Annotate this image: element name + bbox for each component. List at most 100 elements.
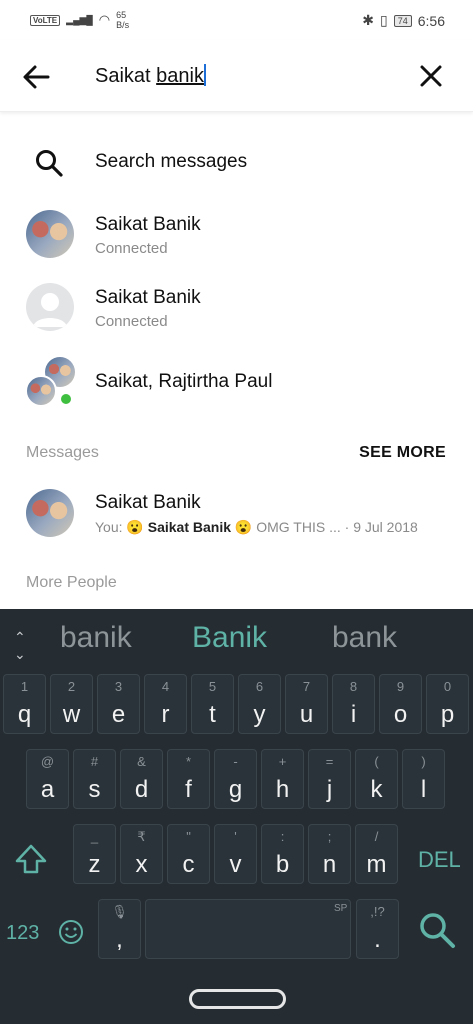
key-b[interactable]: :b [261, 824, 304, 884]
key-hint: 3 [114, 679, 123, 694]
key-label: d [134, 776, 149, 803]
key-hint: / [374, 829, 379, 844]
key-h[interactable]: + h [261, 749, 304, 809]
vibrate-icon: ▯ [380, 12, 388, 28]
message-snippet: You: 😮 Saikat Banik 😮 OMG THIS ... · 9 J… [95, 519, 418, 535]
key-u[interactable]: 7u [285, 674, 328, 734]
search-messages-label: Search messages [95, 151, 248, 172]
key-l[interactable]: ) l [402, 749, 445, 809]
comma-key[interactable]: 🎙 , [98, 899, 141, 959]
key-r[interactable]: 4r [144, 674, 187, 734]
contact-name: Saikat, Rajtirtha Paul [95, 371, 273, 392]
key-hint: ( [374, 754, 379, 769]
key-hint: 5 [208, 679, 217, 694]
key-hint: # [90, 754, 99, 769]
section-title: Messages [26, 444, 99, 461]
volte-badge: VoLTE [30, 14, 61, 26]
key-label: q [17, 701, 32, 728]
home-indicator[interactable] [189, 989, 286, 1009]
wifi-icon: ◠ [98, 12, 111, 27]
key-label: t [209, 701, 216, 728]
space-key[interactable] [145, 899, 351, 959]
key-label: j [326, 776, 333, 803]
key-label: k [370, 776, 383, 803]
suggestion[interactable]: bank [332, 621, 397, 655]
key-i[interactable]: 8i [332, 674, 375, 734]
emoji-icon[interactable] [58, 919, 84, 945]
key-label: n [322, 851, 337, 878]
key-p[interactable]: 0p [426, 674, 469, 734]
key-q[interactable]: 1q [3, 674, 46, 734]
period-key[interactable]: ,!? . [356, 899, 399, 959]
keyboard: ⌃ ⌄ banik Banik bank 1q2w3e4r5t6y7u8i9o0p… [0, 609, 473, 1024]
key-e[interactable]: 3e [97, 674, 140, 734]
key-hint: 1 [20, 679, 29, 694]
key-hint: 6 [255, 679, 264, 694]
key-g[interactable]: -g [214, 749, 257, 809]
message-result-row[interactable]: Saikat Banik You: 😮 Saikat Banik 😮 OMG T… [0, 485, 473, 545]
key-hint: 9 [396, 679, 405, 694]
contact-name: Saikat Banik [95, 287, 201, 308]
key-hint: ' [234, 829, 237, 844]
more-people-section-header: More People [0, 572, 473, 598]
see-more-button[interactable]: SEE MORE [359, 444, 446, 462]
key-n[interactable]: ; n [308, 824, 351, 884]
key-label: h [275, 776, 290, 803]
expand-icon[interactable]: ⌃ ⌄ [14, 629, 26, 663]
search-icon [36, 150, 63, 177]
section-title: More People [26, 574, 117, 591]
search-icon[interactable] [416, 909, 458, 951]
key-label: y [253, 701, 266, 728]
key-label: z [88, 851, 101, 878]
key-t[interactable]: 5t [191, 674, 234, 734]
key-hint: " [186, 829, 191, 844]
key-a[interactable]: @ a [26, 749, 69, 809]
key-m[interactable]: / m [355, 824, 398, 884]
key-hint: 4 [161, 679, 170, 694]
avatar [26, 210, 74, 258]
key-label: p [440, 701, 455, 728]
key-hint: @ [40, 754, 55, 769]
group-avatar [25, 357, 77, 409]
key-o[interactable]: 9o [379, 674, 422, 734]
numbers-key[interactable]: 123 [6, 922, 39, 945]
suggestion[interactable]: Banik [192, 621, 267, 655]
suggestion[interactable]: banik [60, 621, 132, 655]
key-c[interactable]: " c [167, 824, 210, 884]
key-label: m [366, 851, 387, 878]
delete-key[interactable]: DEL [418, 847, 461, 873]
key-k[interactable]: (k [355, 749, 398, 809]
message-sender: Saikat Banik [95, 492, 201, 513]
contact-row[interactable]: Saikat Banik Connected [0, 278, 473, 338]
network-speed: 65 B/s [116, 10, 130, 30]
mic-icon: 🎙 [111, 904, 128, 919]
shift-icon[interactable] [14, 842, 48, 876]
messages-section-header: Messages SEE MORE [0, 440, 473, 468]
key-v[interactable]: ' v [214, 824, 257, 884]
key-hint: + [278, 754, 287, 769]
key-x[interactable]: ₹ x [120, 824, 163, 884]
key-j[interactable]: = j [308, 749, 351, 809]
status-bar: VoLTE ▂▄▆█ ◠ 65 B/s ✱ ▯ 74 6:56 [0, 0, 473, 40]
key-label: u [299, 701, 314, 728]
contact-row[interactable]: Saikat Banik Connected [0, 205, 473, 265]
key-s[interactable]: # s [73, 749, 116, 809]
group-row[interactable]: Saikat, Rajtirtha Paul [0, 355, 473, 411]
key-label: s [88, 776, 101, 803]
back-arrow-icon[interactable] [20, 60, 54, 94]
key-f[interactable]: * f [167, 749, 210, 809]
key-z[interactable]: _ z [73, 824, 116, 884]
avatar [26, 283, 74, 331]
search-messages-row[interactable]: Search messages [0, 140, 473, 186]
key-hint: ₹ [137, 829, 146, 844]
key-label: o [393, 701, 408, 728]
search-input[interactable]: Saikat banik [95, 64, 206, 88]
key-label: x [135, 851, 148, 878]
key-y[interactable]: 6y [238, 674, 281, 734]
key-d[interactable]: & d [120, 749, 163, 809]
contact-name: Saikat Banik [95, 214, 201, 235]
space-hint: SP [334, 903, 348, 914]
key-w[interactable]: 2w [50, 674, 93, 734]
close-icon[interactable] [417, 62, 445, 90]
online-indicator [59, 392, 73, 406]
